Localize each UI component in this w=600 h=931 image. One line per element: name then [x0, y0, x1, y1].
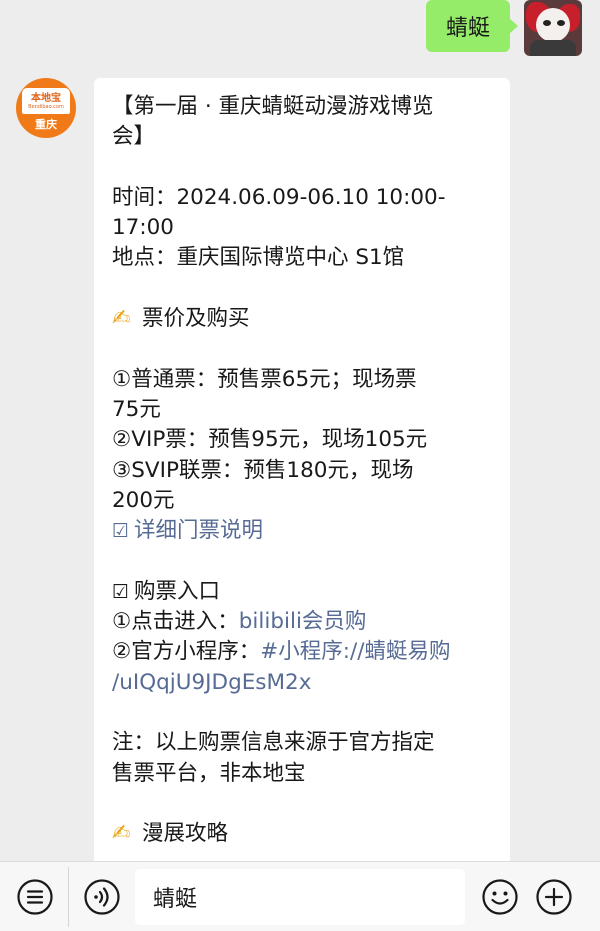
- ticket-regular: ①普通票：预售票65元；现场票 75元: [112, 366, 417, 422]
- ticket-svip: ③SVIP联票：预售180元，现场 200元: [112, 457, 414, 513]
- incoming-message-row: 本地宝 Bendibao.com 重庆 【第一届 · 重庆蜻蜓动漫游戏博览 会】 …: [16, 78, 510, 868]
- plus-icon[interactable]: [535, 878, 573, 916]
- event-title: 【第一届 · 重庆蜻蜓动漫游戏博览 会】: [112, 94, 434, 150]
- toolbar-divider: [68, 866, 69, 927]
- ticket-vip: ②VIP票：预售95元，现场105元: [112, 427, 428, 453]
- bilibili-link[interactable]: bilibili会员购: [239, 609, 367, 634]
- ticket-detail-link[interactable]: ☑ 详细门票说明: [112, 516, 492, 546]
- purchase-heading: ☑ 购票入口: [112, 577, 492, 607]
- purchase-miniprogram: ②官方小程序：#小程序://蜻蜓易购/uIQqjU9JDgEsM2x: [112, 639, 451, 695]
- event-time: 时间：2024.06.09-06.10 10:00- 17:00: [112, 184, 446, 241]
- incoming-message-bubble[interactable]: 【第一届 · 重庆蜻蜓动漫游戏博览 会】 时间：2024.06.09-06.10 …: [94, 78, 510, 868]
- outgoing-message-row: 蜻蜓: [425, 0, 582, 56]
- event-place: 地点：重庆国际博览中心 S1馆: [112, 245, 405, 271]
- avatar-city-label: 重庆: [35, 118, 57, 131]
- outgoing-message-text: 蜻蜓: [445, 16, 490, 41]
- bendibao-logo: 本地宝 Bendibao.com: [22, 88, 70, 114]
- message-input-text: 蜻蜓: [153, 886, 198, 912]
- chat-input-bar: 蜻蜓: [0, 861, 600, 931]
- checkbox-icon: ☑: [112, 580, 130, 603]
- writing-hand-icon: ✍: [112, 306, 131, 332]
- menu-icon[interactable]: [16, 878, 54, 916]
- user-avatar[interactable]: [524, 0, 582, 56]
- guide-heading: ✍ 漫展攻略: [112, 819, 492, 849]
- message-input[interactable]: 蜻蜓: [135, 868, 465, 925]
- ticket-note: 注：以上购票信息来源于官方指定 售票平台，非本地宝: [112, 730, 435, 786]
- ticket-price-heading: ✍ 票价及购买: [112, 304, 492, 334]
- checkbox-icon: ☑: [112, 520, 130, 543]
- writing-hand-icon: ✍: [112, 821, 131, 847]
- purchase-bilibili: ①点击进入：bilibili会员购: [112, 609, 367, 635]
- emoji-icon[interactable]: [481, 878, 519, 916]
- outgoing-message-bubble[interactable]: 蜻蜓: [425, 0, 519, 52]
- bendibao-avatar[interactable]: 本地宝 Bendibao.com 重庆: [16, 78, 76, 138]
- voice-icon[interactable]: [83, 878, 121, 916]
